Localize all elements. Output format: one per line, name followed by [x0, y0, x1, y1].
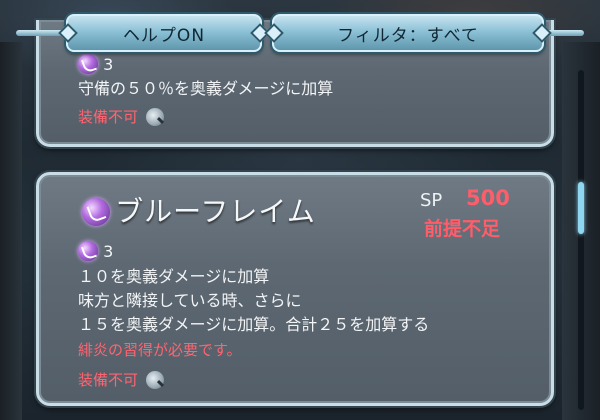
- help-toggle-label: ヘルプON: [122, 25, 206, 46]
- equip-status-2: 装備不可: [78, 369, 165, 391]
- skill-desc-2-line-2: 味方と隣接している時、さらに: [78, 291, 302, 310]
- help-toggle-button[interactable]: ヘルプON: [66, 14, 262, 52]
- filter-button[interactable]: フィルタ：すべて: [272, 14, 544, 52]
- left-frame: [0, 42, 22, 420]
- equip-status-label-2: 装備不可: [78, 371, 139, 389]
- sp-cost: 500: [466, 186, 510, 210]
- sp-label: SP: [420, 190, 443, 211]
- skill-title-row: ブルーフレイム: [82, 198, 316, 227]
- skill-desc-2-line-1: １０を奥義ダメージに加算: [78, 267, 270, 286]
- filter-label: フィルタ：すべて: [337, 25, 479, 46]
- magnifier-icon[interactable]: [146, 371, 165, 389]
- scrollbar-track[interactable]: [578, 70, 584, 410]
- top-bar: ヘルプON フィルタ：すべて: [0, 0, 600, 60]
- prereq-status: 前提不足: [424, 218, 501, 240]
- cooldown-value-2: 3: [103, 242, 114, 261]
- special-skill-icon: [82, 198, 110, 226]
- special-skill-icon: [78, 241, 98, 261]
- equip-status-1: 装備不可: [78, 106, 165, 128]
- skill-name: ブルーフレイム: [115, 195, 316, 228]
- magnifier-icon[interactable]: [146, 108, 165, 126]
- skill-desc-2-line-3: １５を奥義ダメージに加算。合計２５を加算する: [78, 315, 430, 334]
- cooldown-row-2: 3: [78, 241, 113, 263]
- skill-desc-1-line-1: 守備の５０％を奥義ダメージに加算: [78, 79, 334, 98]
- skill-requirement: 緋炎の習得が必要です。: [78, 341, 242, 359]
- equip-status-label-1: 装備不可: [78, 108, 139, 126]
- scrollbar-thumb[interactable]: [578, 182, 584, 234]
